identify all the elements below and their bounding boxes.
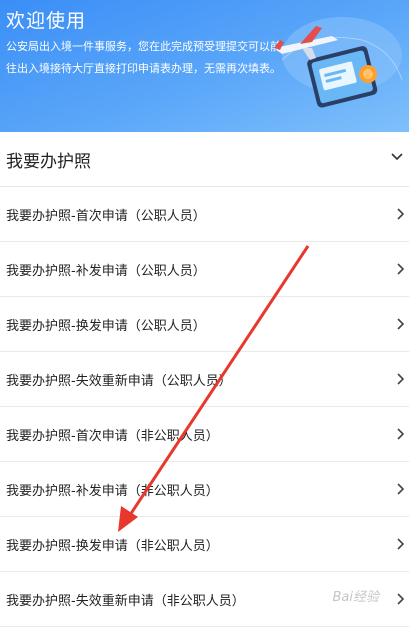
list-item-label: 我要办护照-换发申请（公职人员） <box>6 319 206 334</box>
list-item-label: 我要办护照-首次申请（公职人员） <box>6 209 206 224</box>
chevron-right-icon <box>397 428 405 440</box>
list-item-label: 我要办护照-补发申请（非公职人员） <box>6 484 219 499</box>
list-item[interactable]: 我要办护照-首次申请（公职人员） <box>0 187 409 242</box>
section-title: 我要办护照 <box>6 151 91 172</box>
passport-options-list: 我要办护照-首次申请（公职人员） 我要办护照-补发申请（公职人员） 我要办护照-… <box>0 187 409 627</box>
chevron-right-icon <box>397 538 405 550</box>
list-item-label: 我要办护照-补发申请（公职人员） <box>6 264 206 279</box>
chevron-right-icon <box>397 483 405 495</box>
list-item-label: 我要办护照-失效重新申请（公职人员） <box>6 374 232 389</box>
travel-illustration <box>274 17 403 108</box>
banner-title: 欢迎使用 <box>6 10 87 32</box>
watermark: Bai经验 <box>332 590 380 605</box>
chevron-down-icon[interactable] <box>391 153 403 161</box>
list-item-label: 我要办护照-首次申请（非公职人员） <box>6 429 219 444</box>
chevron-right-icon <box>397 263 405 275</box>
list-item[interactable]: 我要办护照-补发申请（非公职人员） <box>0 462 409 517</box>
list-item[interactable]: 我要办护照-首次申请（非公职人员） <box>0 407 409 462</box>
list-item-label: 我要办护照-失效重新申请（非公职人员） <box>6 594 245 609</box>
list-item[interactable]: 我要办护照-失效重新申请（公职人员） <box>0 352 409 407</box>
list-item[interactable]: 我要办护照-补发申请（公职人员） <box>0 242 409 297</box>
chevron-right-icon <box>397 208 405 220</box>
section-header-passport[interactable]: 我要办护照 <box>0 132 409 187</box>
banner-description: 公安局出入境一件事服务，您在此完成预受理提交可以前往出入境接待大厅直接打印申请表… <box>6 40 281 75</box>
list-item-label: 我要办护照-换发申请（非公职人员） <box>6 539 219 554</box>
chevron-right-icon <box>397 318 405 330</box>
list-item[interactable]: 我要办护照-换发申请（公职人员） <box>0 297 409 352</box>
list-item[interactable]: 我要办护照-换发申请（非公职人员） <box>0 517 409 572</box>
chevron-right-icon <box>397 593 405 605</box>
welcome-banner: 欢迎使用 公安局出入境一件事服务，您在此完成预受理提交可以前往出入境接待大厅直接… <box>0 0 409 132</box>
chevron-right-icon <box>397 373 405 385</box>
